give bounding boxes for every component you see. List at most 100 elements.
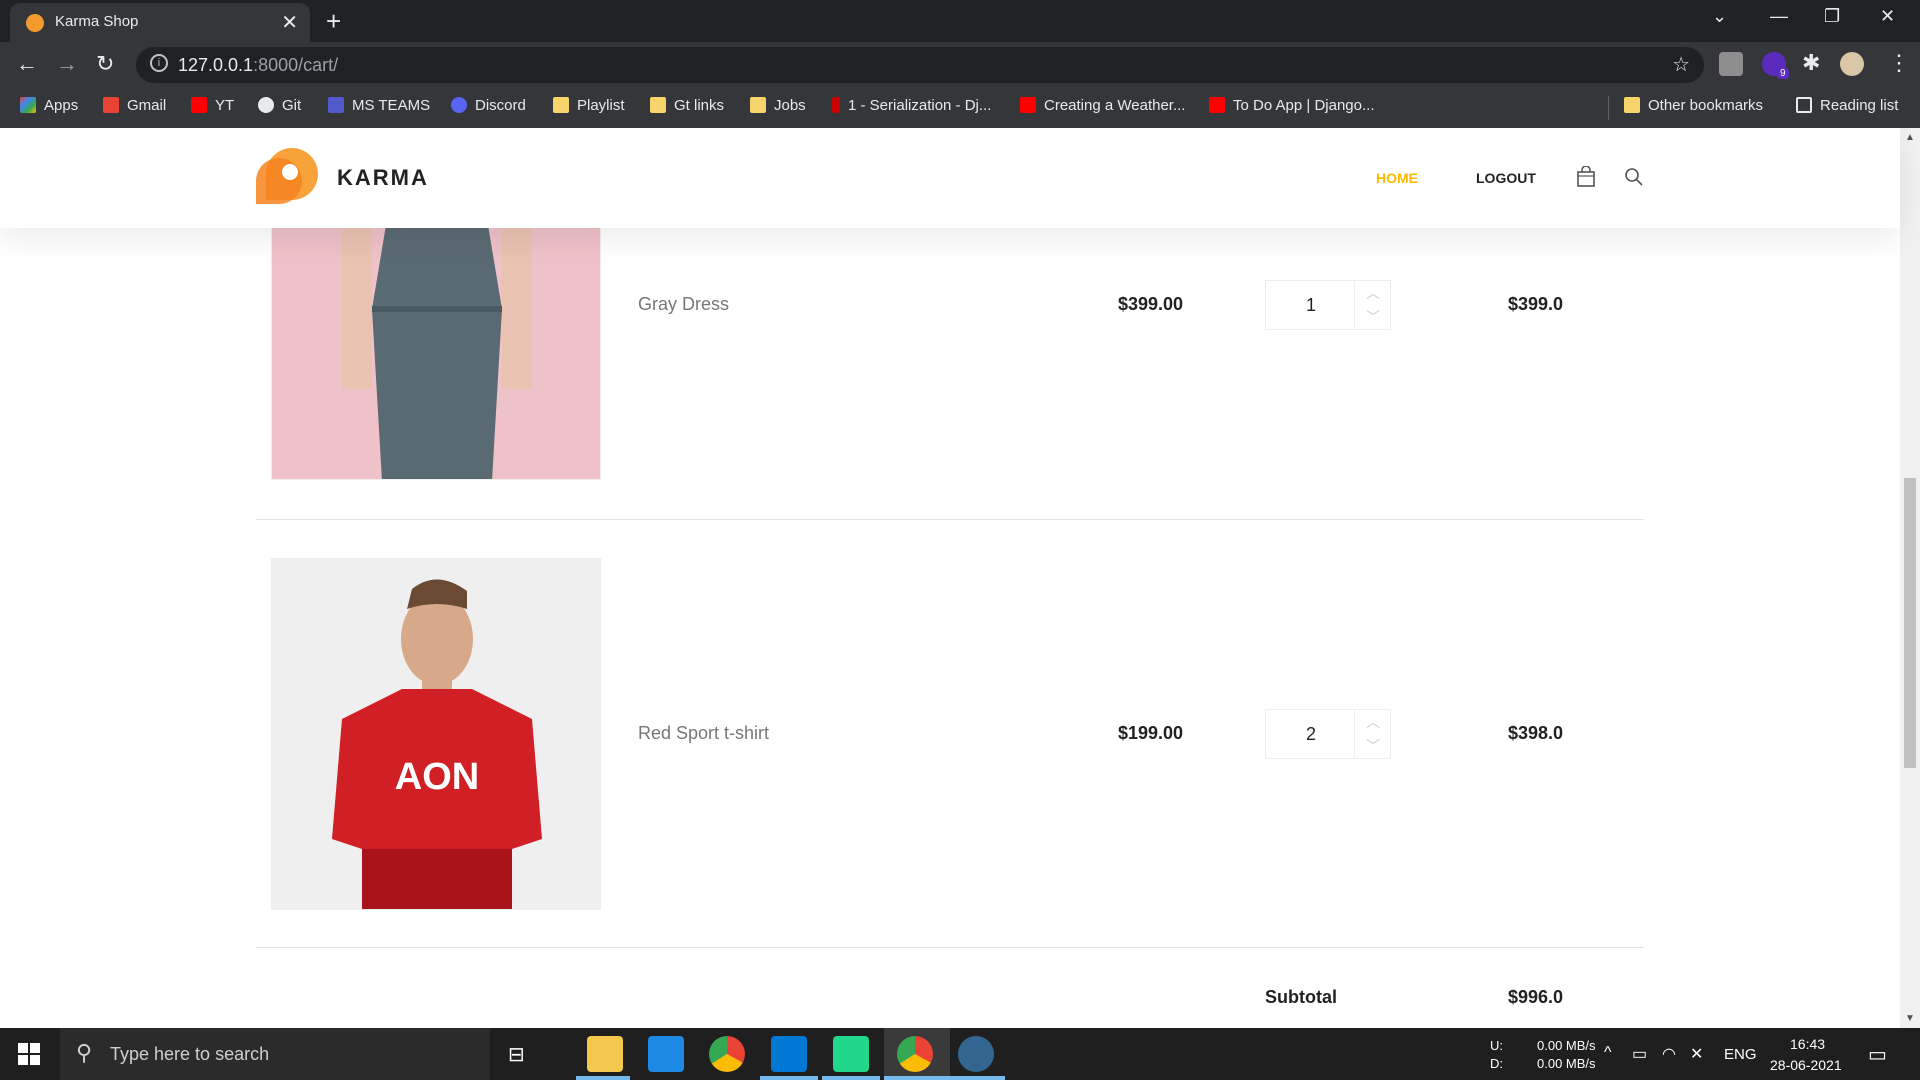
browser-chrome: Karma Shop ✕ + ⌄ — ❐ ✕ ← → ↻ i 127.0.0.1…: [0, 0, 1920, 128]
bookmark-todo[interactable]: To Do App | Django...: [1209, 97, 1374, 114]
github-icon: [258, 97, 274, 113]
extension-badge-count: 9: [1777, 68, 1789, 79]
windows-taskbar: ⚲ Type here to search ⊟ U: D: 0.00 MB/s …: [0, 1028, 1920, 1080]
scroll-up-icon[interactable]: ▲: [1905, 132, 1915, 143]
notifications-icon[interactable]: ▭: [1868, 1042, 1887, 1067]
quantity-stepper[interactable]: 1 ︿ ﹀: [1265, 280, 1391, 330]
clock-date[interactable]: 28-06-2021: [1770, 1057, 1842, 1073]
battery-icon[interactable]: ▭: [1632, 1044, 1647, 1064]
bookmark-jobs[interactable]: Jobs: [750, 97, 806, 114]
bookmark-gt-links[interactable]: Gt links: [650, 97, 724, 114]
bookmark-gmail[interactable]: Gmail: [103, 97, 166, 114]
nav-home[interactable]: HOME: [1376, 170, 1418, 186]
language-indicator[interactable]: ENG: [1724, 1046, 1757, 1063]
bookmark-yt[interactable]: YT: [191, 97, 234, 114]
row-divider: [256, 519, 1644, 520]
wifi-icon[interactable]: ◠: [1662, 1044, 1676, 1064]
minimize-button[interactable]: —: [1770, 6, 1788, 27]
page-viewport: KARMA HOME LOGOUT Gray Dress $399.00 1 ︿…: [0, 128, 1920, 1028]
tab-title: Karma Shop: [55, 13, 139, 30]
karma-favicon-icon: [26, 14, 44, 32]
clock-time[interactable]: 16:43: [1790, 1036, 1825, 1052]
quantity-decrease-icon[interactable]: ﹀: [1355, 734, 1391, 758]
quantity-increase-icon[interactable]: ︿: [1355, 710, 1391, 734]
tab-search-icon[interactable]: ⌄: [1712, 6, 1727, 27]
page-scrollbar[interactable]: ▲ ▼: [1900, 128, 1920, 1028]
quantity-decrease-icon[interactable]: ﹀: [1355, 305, 1391, 329]
new-tab-button[interactable]: +: [326, 6, 341, 37]
quantity-stepper[interactable]: 2 ︿ ﹀: [1265, 709, 1391, 759]
tshirt-illustration: AON: [332, 579, 542, 909]
bookmark-apps[interactable]: Apps: [20, 97, 78, 114]
search-icon[interactable]: [1624, 166, 1644, 188]
pycharm-icon[interactable]: [833, 1036, 869, 1072]
bookmark-star-icon[interactable]: ☆: [1672, 52, 1690, 77]
close-window-button[interactable]: ✕: [1880, 6, 1895, 27]
bookmark-weather[interactable]: Creating a Weather...: [1020, 97, 1185, 114]
quantity-value[interactable]: 2: [1266, 710, 1356, 758]
product-image-red-sport-tshirt[interactable]: AON: [271, 558, 601, 910]
running-indicator: [576, 1076, 630, 1080]
back-button[interactable]: ←: [16, 51, 38, 77]
folder-icon: [650, 97, 666, 113]
extension-icon[interactable]: [1719, 52, 1743, 76]
row-divider: [256, 947, 1644, 948]
bookmark-git[interactable]: Git: [258, 97, 301, 114]
restore-button[interactable]: ❐: [1824, 6, 1840, 27]
bookmark-page-icon: [832, 97, 840, 113]
quantity-value[interactable]: 1: [1266, 281, 1356, 329]
quantity-increase-icon[interactable]: ︿: [1355, 281, 1391, 305]
svg-text:AON: AON: [395, 756, 479, 798]
scrollbar-thumb[interactable]: [1904, 478, 1916, 768]
subtotal-label: Subtotal: [1265, 987, 1337, 1007]
postgresql-icon[interactable]: [958, 1036, 994, 1072]
running-indicator: [760, 1076, 818, 1080]
scroll-down-icon[interactable]: ▼: [1905, 1013, 1915, 1024]
taskbar-search-box[interactable]: ⚲ Type here to search: [60, 1028, 490, 1080]
ms-teams-icon: [328, 97, 344, 113]
bookmark-other[interactable]: Other bookmarks: [1624, 97, 1763, 114]
menu-kebab-icon[interactable]: ⋮: [1888, 50, 1910, 76]
running-indicator: [884, 1076, 950, 1080]
address-bar[interactable]: i 127.0.0.1:8000/cart/ ☆: [136, 47, 1704, 83]
folder-icon: [1624, 97, 1640, 113]
search-icon: ⚲: [76, 1040, 93, 1065]
file-explorer-icon[interactable]: [587, 1036, 623, 1072]
task-view-icon[interactable]: ⊟: [508, 1042, 525, 1067]
show-hidden-icons-icon[interactable]: ^: [1604, 1044, 1612, 1062]
reading-list-button[interactable]: Reading list: [1796, 97, 1898, 114]
tab-karma-shop[interactable]: Karma Shop ✕: [10, 3, 310, 42]
taskbar-search-placeholder: Type here to search: [110, 1044, 270, 1064]
chrome-profile-icon[interactable]: [897, 1036, 933, 1072]
karma-logo-icon[interactable]: [256, 148, 318, 210]
product-name[interactable]: Gray Dress: [638, 294, 729, 315]
bookmark-discord[interactable]: Discord: [451, 97, 526, 114]
browser-toolbar: ← → ↻ i 127.0.0.1:8000/cart/ ☆: [0, 42, 1920, 88]
url-text: 127.0.0.1:8000/cart/: [178, 55, 339, 75]
forward-button[interactable]: →: [56, 51, 78, 77]
site-info-icon[interactable]: i: [150, 54, 168, 72]
discord-icon: [451, 97, 467, 113]
net-download-speed: 0.00 MB/s: [1537, 1056, 1596, 1071]
product-image-gray-dress[interactable]: [271, 188, 601, 480]
vscode-icon[interactable]: [771, 1036, 807, 1072]
reload-button[interactable]: ↻: [96, 51, 114, 77]
bookmark-serialization[interactable]: 1 - Serialization - Dj...: [832, 97, 991, 114]
tab-close-icon[interactable]: ✕: [281, 10, 298, 35]
extensions-puzzle-icon[interactable]: ✱: [1802, 50, 1820, 76]
product-name[interactable]: Red Sport t-shirt: [638, 723, 769, 744]
bookmark-ms-teams[interactable]: MS TEAMS: [328, 97, 430, 114]
nav-logout[interactable]: LOGOUT: [1476, 170, 1536, 186]
bookmark-playlist[interactable]: Playlist: [553, 97, 625, 114]
profile-avatar[interactable]: [1840, 52, 1864, 76]
net-upload-label: U:: [1490, 1038, 1503, 1053]
logo-text[interactable]: KARMA: [337, 165, 429, 191]
volume-muted-icon[interactable]: ✕: [1690, 1044, 1703, 1064]
chrome-icon[interactable]: [709, 1036, 745, 1072]
reading-list-icon: [1796, 97, 1812, 113]
shopping-bag-icon[interactable]: [1576, 166, 1596, 188]
windows-start-icon[interactable]: [18, 1043, 40, 1065]
apps-grid-icon: [20, 97, 36, 113]
running-indicator: [947, 1076, 1005, 1080]
mail-icon[interactable]: [648, 1036, 684, 1072]
